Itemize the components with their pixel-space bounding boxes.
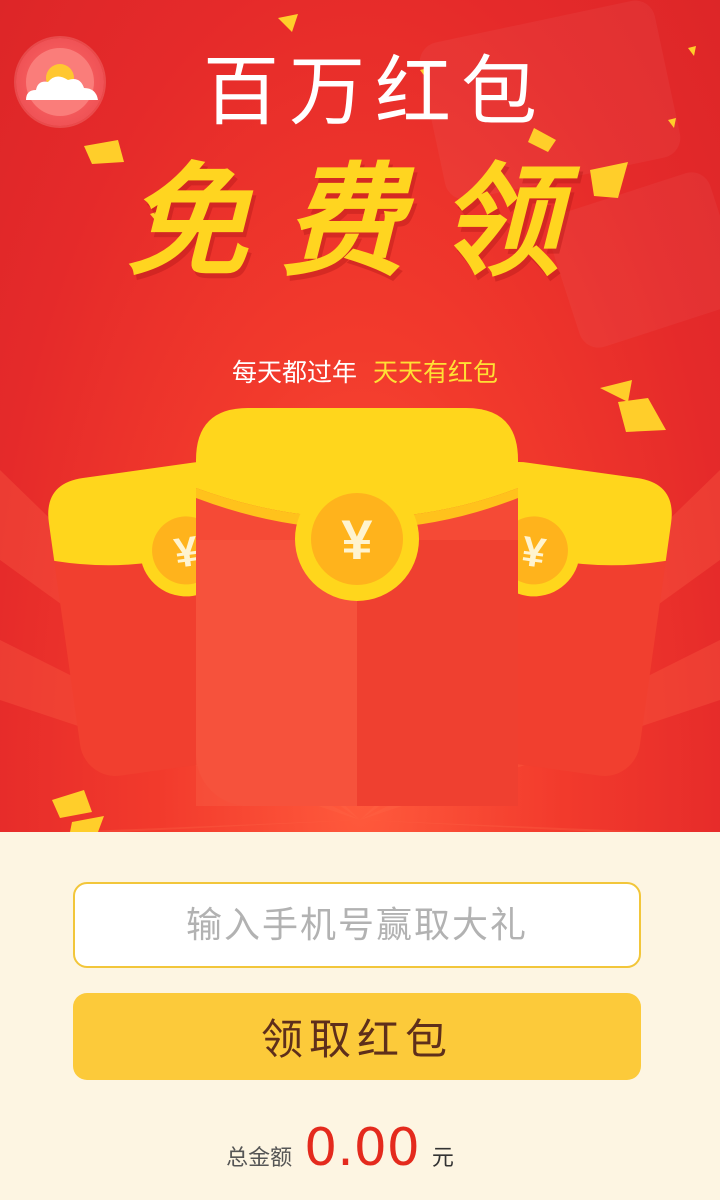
total-amount-row: 总金额 0.00 元 [0, 1122, 680, 1174]
red-envelopes-illustration: ¥ ¥ ¥ [48, 408, 672, 806]
claim-red-envelope-button[interactable]: 领取红包 [73, 993, 641, 1080]
total-currency-unit: 元 [431, 1146, 454, 1171]
headline-free-claim: 免费领 [126, 149, 594, 293]
hero-banner: 百万红包 免费领 每天都过年 天天有红包 ¥ ¥ ¥ [0, 0, 720, 832]
page-title: 百万红包 [203, 47, 547, 136]
phone-number-input[interactable] [73, 882, 641, 968]
center-envelope-yuan-symbol: ¥ [341, 508, 372, 571]
total-label: 总金额 [226, 1146, 293, 1171]
total-amount-value: 0.00 [304, 1118, 420, 1178]
center-red-envelope: ¥ [196, 408, 518, 806]
claim-form: 领取红包 总金额0.00元 [0, 832, 720, 1200]
page: 百万红包 免费领 每天都过年 天天有红包 ¥ ¥ ¥ 输入手机号赢取大礼 领取红… [0, 0, 720, 1200]
